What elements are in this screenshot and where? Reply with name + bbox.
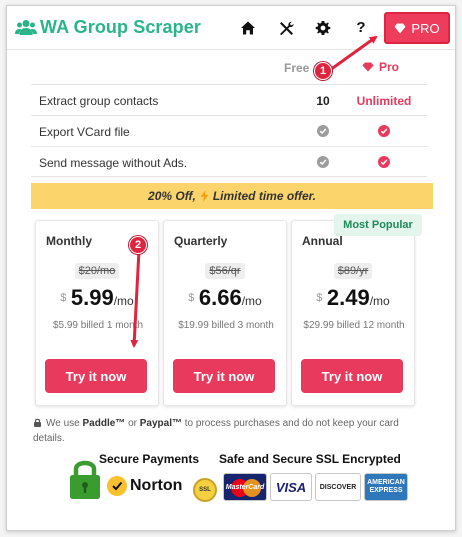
amex-logo: AMERICAN EXPRESS <box>364 473 408 501</box>
tools-button[interactable] <box>277 19 295 37</box>
ssl-encrypted-title: Safe and Secure SSL Encrypted <box>219 452 401 466</box>
plan-price: $ 6.66/mo <box>164 285 286 311</box>
plan-period: /mo <box>241 294 262 308</box>
feature-row-extract-contacts: Extract group contacts 10 Unlimited <box>31 84 427 115</box>
check-circle-icon <box>378 125 390 137</box>
plan-currency: $ <box>60 292 67 304</box>
feature-label: Send message without Ads. <box>39 156 188 170</box>
feature-free-value: 10 <box>316 94 330 108</box>
check-circle-icon <box>317 125 329 137</box>
lock-icon <box>34 418 41 427</box>
settings-button[interactable] <box>314 19 332 37</box>
mastercard-label: MasterCard <box>225 483 265 491</box>
feature-label: Export VCard file <box>39 125 130 139</box>
column-header-free: Free <box>284 61 310 75</box>
paddle-label: Paddle™ <box>82 418 126 429</box>
brand: WA Group Scraper <box>15 17 201 38</box>
column-header-pro-label: Pro <box>379 60 400 74</box>
discover-logo: DISCOVER <box>315 473 361 501</box>
promo-discount: 20% Off, <box>148 189 196 203</box>
norton-check-icon <box>107 476 127 496</box>
home-icon <box>241 21 255 35</box>
check-circle-icon <box>317 156 329 168</box>
plan-currency: $ <box>188 292 195 304</box>
ssl-seal: SSL <box>193 478 217 502</box>
plan-price: $ 5.99/mo <box>36 285 158 311</box>
annotation-marker-2: 2 <box>129 236 147 254</box>
plan-amount: 6.66 <box>198 285 242 310</box>
help-icon: ? <box>356 19 366 36</box>
plan-amount: 2.49 <box>326 285 370 310</box>
plan-period: /mo <box>369 294 390 308</box>
home-button[interactable] <box>239 19 257 37</box>
plan-amount: 5.99 <box>70 285 114 310</box>
plan-currency: $ <box>316 292 323 304</box>
diamond-icon <box>394 23 406 33</box>
mastercard-logo: MasterCard <box>223 473 267 501</box>
norton-badge: Norton <box>107 474 182 498</box>
users-icon <box>15 19 37 35</box>
try-it-now-button-monthly[interactable]: Try it now <box>45 359 147 393</box>
plan-price: $ 2.49/mo <box>292 285 414 311</box>
try-it-now-button-quarterly[interactable]: Try it now <box>173 359 275 393</box>
column-header-pro: Pro <box>362 60 399 74</box>
pro-button[interactable]: PRO <box>384 12 450 44</box>
plan-name: Quarterly <box>174 234 228 248</box>
plan-old-price: $20/mo <box>74 263 120 279</box>
promo-banner: 20% Off, Limited time offer. <box>31 183 433 209</box>
paypal-label: Paypal™ <box>139 418 182 429</box>
tools-icon <box>280 21 294 36</box>
plan-old-price: $56/qr <box>205 263 245 279</box>
secure-lock-icon <box>70 460 100 499</box>
popup-window: WA Group Scraper ? PRO Free Pro Extract … <box>6 5 456 531</box>
feature-label: Extract group contacts <box>39 94 159 108</box>
gear-icon <box>315 21 331 35</box>
check-circle-icon <box>378 156 390 168</box>
plan-period: /mo <box>113 294 134 308</box>
norton-label: Norton <box>130 477 183 494</box>
plan-old-price: $89/yr <box>333 263 373 279</box>
app-title: WA Group Scraper <box>40 17 201 37</box>
most-popular-badge: Most Popular <box>334 214 422 236</box>
diamond-icon <box>362 62 374 72</box>
visa-logo: VISA <box>270 473 312 501</box>
pro-button-label: PRO <box>411 20 440 36</box>
promo-text: Limited time offer. <box>212 189 316 203</box>
payment-notice: We use Paddle™ or Paypal™ to process pur… <box>33 418 399 444</box>
feature-row-no-ads: Send message without Ads. <box>31 146 427 177</box>
try-it-now-button-annual[interactable]: Try it now <box>301 359 403 393</box>
plan-billed: $5.99 billed 1 month <box>52 320 144 331</box>
plan-card-annual: Annual $89/yr $ 2.49/mo $29.99 billed 12… <box>291 220 415 406</box>
plan-name: Annual <box>302 234 343 248</box>
secure-payments-title: Secure Payments <box>99 452 200 466</box>
help-button[interactable]: ? <box>352 19 370 37</box>
annotation-marker-1: 1 <box>314 62 332 80</box>
feature-row-export-vcard: Export VCard file <box>31 115 427 146</box>
feature-pro-value: Unlimited <box>356 94 412 108</box>
plan-billed: $19.99 billed 3 month <box>178 320 274 331</box>
header: WA Group Scraper ? PRO <box>7 6 455 50</box>
plan-card-quarterly: Quarterly $56/qr $ 6.66/mo $19.99 billed… <box>163 220 287 406</box>
plan-billed: $29.99 billed 12 month <box>303 320 405 331</box>
plan-name: Monthly <box>46 234 92 248</box>
lightning-icon <box>200 190 209 202</box>
